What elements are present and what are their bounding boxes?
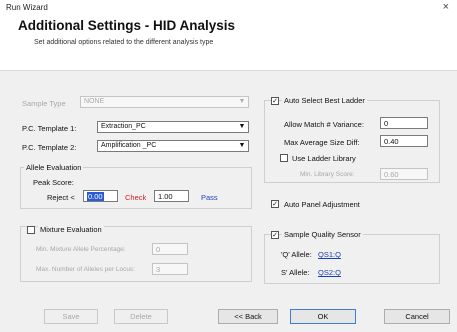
mixture-field-1-input[interactable]: 0	[152, 243, 188, 255]
sample-type-select[interactable]: NONE ▼	[80, 96, 249, 108]
use-ladder-library-label: Use Ladder Library	[292, 154, 356, 163]
ok-button[interactable]: OK	[290, 309, 356, 324]
check-threshold-input[interactable]: 1.00	[154, 190, 189, 202]
use-ladder-library-checkbox[interactable]	[280, 154, 288, 162]
pc-template-2-select[interactable]: Amplification _PC ▼	[97, 140, 249, 152]
peak-score-label: Peak Score:	[33, 178, 74, 187]
auto-ladder-label: Auto Select Best Ladder	[282, 96, 367, 105]
cancel-button[interactable]: Cancel	[384, 309, 450, 324]
reject-threshold-input[interactable]: 0.00	[83, 190, 118, 202]
sample-type-value: NONE	[84, 98, 105, 105]
pc-template-1-select[interactable]: Extraction_PC ▼	[97, 121, 249, 133]
sample-quality-checkbox[interactable]: ✓	[271, 231, 279, 239]
pc-template-2-label: P.C. Template 2:	[22, 143, 77, 152]
q-allele-link[interactable]: QS1:Q	[318, 250, 341, 259]
sample-quality-label: Sample Quality Sensor	[282, 230, 363, 239]
mixture-field-2-label: Max. Number of Alleles per Locus:	[36, 266, 135, 273]
back-button[interactable]: << Back	[218, 309, 278, 324]
sample-type-label: Sample Type	[22, 99, 66, 108]
library-score-label: Min. Library Score:	[300, 171, 355, 178]
s-allele-label: S' Allele:	[281, 268, 310, 277]
save-button[interactable]: Save	[44, 309, 98, 324]
auto-panel-checkbox[interactable]: ✓	[271, 200, 279, 208]
chevron-down-icon: ▼	[238, 142, 246, 149]
allele-evaluation-title: Allele Evaluation	[24, 163, 84, 172]
title-bar: Run Wizard ×	[0, 0, 457, 16]
mixture-evaluation-label: Mixture Evaluation	[38, 225, 104, 234]
reject-threshold-value: 0.00	[87, 192, 104, 201]
library-score-input[interactable]: 0.60	[380, 168, 428, 180]
pass-label: Pass	[201, 193, 218, 202]
mixture-field-1-label: Min. Mixture Allele Percentage:	[36, 246, 126, 253]
run-wizard-window: Run Wizard × Additional Settings - HID A…	[0, 0, 457, 332]
allow-match-input[interactable]: 0	[380, 117, 428, 129]
pc-template-1-label: P.C. Template 1:	[22, 124, 77, 133]
chevron-down-icon: ▼	[238, 123, 246, 130]
mixture-field-2-input[interactable]: 3	[152, 263, 188, 275]
close-icon[interactable]: ×	[443, 1, 449, 13]
q-allele-label: 'Q' Allele:	[281, 250, 312, 259]
allow-match-label: Allow Match # Variance:	[284, 120, 364, 129]
allele-evaluation-group	[20, 167, 252, 209]
chevron-down-icon: ▼	[238, 98, 246, 105]
pc-template-1-value: Extraction_PC	[101, 123, 146, 130]
page-title: Additional Settings - HID Analysis	[18, 18, 236, 33]
pc-template-2-value: Amplification _PC	[101, 142, 157, 149]
reject-label: Reject <	[47, 193, 75, 202]
mixture-evaluation-checkbox[interactable]	[27, 226, 35, 234]
max-average-input[interactable]: 0.40	[380, 135, 428, 147]
check-label: Check	[125, 193, 147, 202]
page-subtitle: Set additional options related to the di…	[34, 39, 214, 46]
max-average-label: Max Average Size Diff:	[284, 138, 360, 147]
s-allele-link[interactable]: QS2:Q	[318, 268, 341, 277]
auto-ladder-checkbox[interactable]: ✓	[271, 97, 279, 105]
mixture-evaluation-group	[20, 226, 252, 282]
auto-panel-label: Auto Panel Adjustment	[284, 200, 360, 209]
delete-button[interactable]: Delete	[114, 309, 168, 324]
window-title: Run Wizard	[6, 3, 48, 12]
